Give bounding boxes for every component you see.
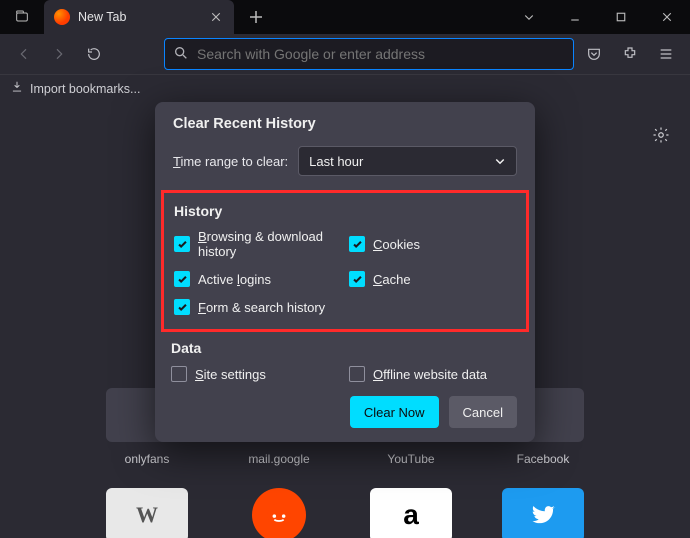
checkbox-icon (349, 271, 365, 287)
shortcut-item[interactable] (236, 488, 322, 538)
sidebar-toggle-icon[interactable] (6, 3, 38, 31)
checkbox-icon (349, 366, 365, 382)
new-tab-button[interactable] (240, 3, 272, 31)
tab-title: New Tab (78, 10, 198, 24)
time-range-label: Time range to clear: (173, 154, 288, 169)
tab-group: New Tab (6, 0, 272, 34)
dialog-buttons: Clear Now Cancel (173, 396, 517, 428)
browser-tab[interactable]: New Tab (44, 0, 234, 34)
extensions-icon[interactable] (614, 38, 646, 70)
pocket-icon[interactable] (578, 38, 610, 70)
checkbox-form-history[interactable]: Form & search history (174, 299, 341, 315)
checkbox-icon (171, 366, 187, 382)
chevron-down-icon (494, 155, 506, 167)
window-minimize-button[interactable] (552, 0, 598, 34)
twitter-tile-icon (502, 488, 584, 538)
checkbox-label: Cookies (373, 237, 420, 252)
checkbox-icon (174, 299, 190, 315)
checkbox-icon (174, 236, 190, 252)
url-input[interactable] (197, 46, 565, 62)
data-heading: Data (171, 340, 519, 356)
checkbox-browsing-history[interactable]: Browsing & download history (174, 229, 341, 259)
page-settings-icon[interactable] (652, 126, 670, 147)
reload-button[interactable] (79, 38, 110, 70)
checkbox-label: Offline website data (373, 367, 487, 382)
content-area: onlyfans mail.google YouTube Facebook W … (0, 102, 690, 538)
time-range-value: Last hour (309, 154, 363, 169)
shortcut-label: Facebook (517, 452, 570, 466)
import-bookmarks-link[interactable]: Import bookmarks... (30, 82, 140, 96)
bookmarks-bar: Import bookmarks... (0, 74, 690, 102)
menu-icon[interactable] (650, 38, 682, 70)
checkbox-cookies[interactable]: Cookies (349, 229, 516, 259)
reddit-tile-icon (252, 488, 306, 538)
shortcut-label: onlyfans (125, 452, 170, 466)
shortcut-label: YouTube (387, 452, 434, 466)
time-range-select[interactable]: Last hour (298, 146, 517, 176)
clear-now-button[interactable]: Clear Now (350, 396, 439, 428)
url-bar[interactable] (164, 38, 574, 70)
back-button[interactable] (8, 38, 39, 70)
shortcut-item[interactable]: W (104, 488, 190, 538)
checkbox-cache[interactable]: Cache (349, 271, 516, 287)
checkbox-active-logins[interactable]: Active logins (174, 271, 341, 287)
search-icon (173, 45, 189, 64)
import-bookmarks-icon[interactable] (10, 80, 24, 97)
dialog-title: Clear Recent History (173, 116, 517, 132)
time-range-row: Time range to clear: Last hour (173, 146, 517, 176)
cancel-button[interactable]: Cancel (449, 396, 517, 428)
wikipedia-tile-icon: W (106, 488, 188, 538)
amazon-tile-icon: a (370, 488, 452, 538)
tabs-dropdown-icon[interactable] (506, 0, 552, 34)
checkbox-site-settings[interactable]: Site settings (171, 366, 341, 382)
checkbox-label: Browsing & download history (198, 229, 341, 259)
checkbox-label: Active logins (198, 272, 271, 287)
checkbox-label: Site settings (195, 367, 266, 382)
data-section: Data Site settings Offline website data (171, 340, 519, 382)
shortcut-row: W a (0, 488, 690, 538)
checkbox-offline-data[interactable]: Offline website data (349, 366, 519, 382)
checkbox-label: Cache (373, 272, 411, 287)
clear-history-dialog: Clear Recent History Time range to clear… (155, 102, 535, 442)
close-tab-icon[interactable] (206, 7, 226, 27)
shortcut-item[interactable]: a (368, 488, 454, 538)
nav-toolbar (0, 34, 690, 74)
shortcut-label: mail.google (248, 452, 309, 466)
checkbox-icon (174, 271, 190, 287)
window-close-button[interactable] (644, 0, 690, 34)
window-maximize-button[interactable] (598, 0, 644, 34)
shortcut-item[interactable] (500, 488, 586, 538)
history-heading: History (174, 203, 516, 219)
titlebar: New Tab (0, 0, 690, 34)
history-highlight-box: History Browsing & download history Cook… (161, 190, 529, 332)
firefox-favicon-icon (54, 9, 70, 25)
forward-button[interactable] (43, 38, 74, 70)
checkbox-icon (349, 236, 365, 252)
checkbox-label: Form & search history (198, 300, 325, 315)
